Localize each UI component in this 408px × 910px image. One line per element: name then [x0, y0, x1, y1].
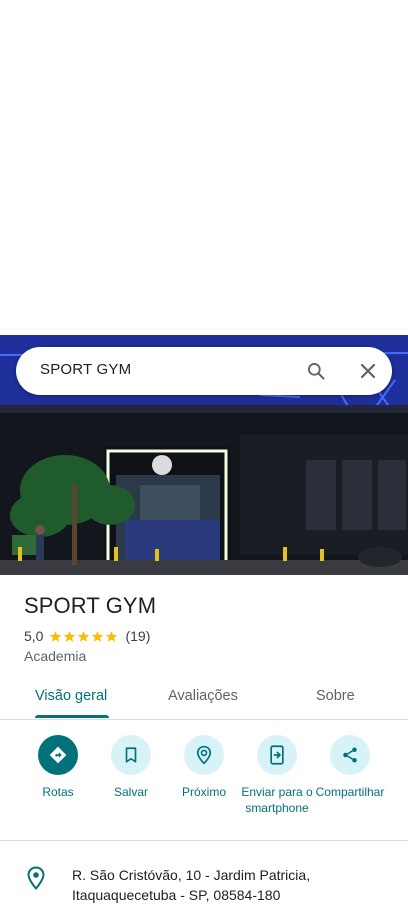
tab-reviews[interactable]: Avaliações	[168, 688, 238, 704]
share-button[interactable]: Compartilhar	[305, 732, 395, 800]
star-rating	[49, 630, 119, 643]
location-pin-icon	[27, 866, 45, 890]
search-input[interactable]: SPORT GYM	[40, 361, 131, 378]
rating-row[interactable]: 5,0 (19)	[24, 627, 150, 645]
action-label: Compartilhar	[315, 785, 385, 799]
action-circle	[184, 735, 224, 775]
action-circle	[257, 735, 297, 775]
tab-about[interactable]: Sobre	[316, 688, 355, 704]
star-icon	[78, 630, 90, 642]
address-text: R. São Cristóvão, 10 - Jardim Patricia, …	[72, 865, 372, 905]
active-tab-indicator	[35, 715, 109, 718]
send-to-phone-icon	[270, 745, 284, 765]
star-icon	[92, 630, 104, 642]
action-bar: Rotas Salvar Próximo Enviar para o smart…	[0, 732, 408, 842]
search-bar[interactable]: SPORT GYM	[16, 347, 392, 395]
action-circle	[111, 735, 151, 775]
close-icon[interactable]	[352, 355, 384, 387]
star-icon	[50, 630, 62, 642]
nearby-icon	[196, 745, 212, 765]
map-blank-area	[0, 0, 408, 335]
section-divider	[0, 840, 408, 841]
address-line-1: R. São Cristóvão, 10 - Jardim Patricia,	[72, 867, 311, 883]
address-line-2: Itaquaquecetuba - SP, 08584-180	[72, 887, 281, 903]
action-circle	[330, 735, 370, 775]
directions-icon	[49, 746, 67, 764]
place-category: Academia	[24, 648, 87, 664]
tab-bar: Visão geral Avaliações Sobre	[0, 678, 408, 720]
star-icon	[106, 630, 118, 642]
review-count[interactable]: (19)	[125, 628, 150, 644]
action-circle	[38, 735, 78, 775]
rating-value: 5,0	[24, 628, 44, 644]
star-icon	[64, 630, 76, 642]
tab-overview[interactable]: Visão geral	[35, 688, 107, 704]
place-name: SPORT GYM	[24, 593, 157, 618]
share-icon	[343, 747, 357, 763]
search-icon[interactable]	[300, 355, 332, 387]
address-row[interactable]: R. São Cristóvão, 10 - Jardim Patricia, …	[0, 858, 408, 910]
bookmark-icon	[125, 747, 137, 763]
